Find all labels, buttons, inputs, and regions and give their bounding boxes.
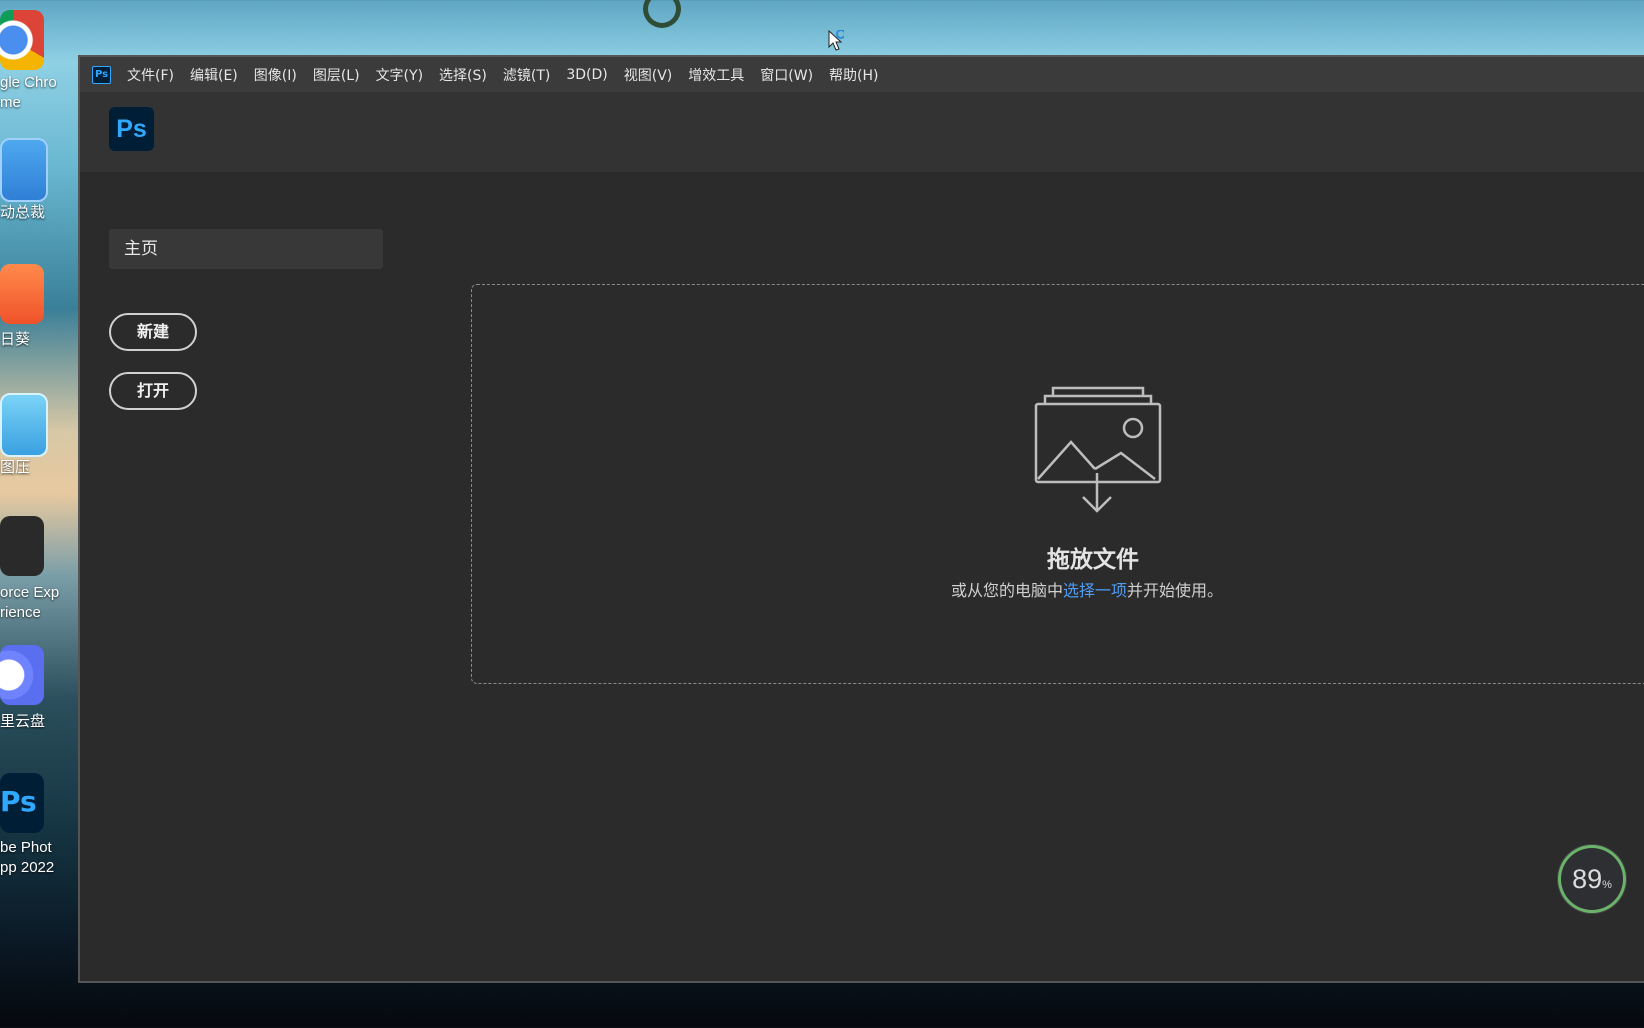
desktop-icon-label: be Phot pp 2022 [0, 839, 55, 876]
menu-view[interactable]: 视图(V) [624, 65, 673, 85]
photoshop-logo: Ps [109, 107, 154, 151]
performance-widget[interactable]: 89% [1558, 845, 1626, 913]
gear-app-icon [0, 138, 48, 202]
desktop-icon-label: gle Chro me [0, 74, 57, 111]
home-tab[interactable]: 主页 [109, 229, 383, 269]
perf-unit: % [1602, 879, 1612, 891]
image-compress-icon [0, 393, 48, 457]
drop-subtitle-after: 并开始使用。 [1127, 581, 1224, 600]
menu-plugins[interactable]: 增效工具 [688, 65, 744, 85]
open-button[interactable]: 打开 [109, 372, 197, 410]
menu-select[interactable]: 选择(S) [439, 65, 487, 85]
menu-help[interactable]: 帮助(H) [829, 65, 878, 85]
menu-layer[interactable]: 图层(L) [313, 65, 360, 85]
desktop-icon-label: 日葵 [0, 331, 31, 348]
menu-3d[interactable]: 3D(D) [566, 67, 607, 83]
mouse-cursor-icon [828, 30, 844, 51]
desktop-icon-label: orce Exp rience [0, 584, 60, 621]
sunflower-icon [0, 264, 44, 324]
new-button[interactable]: 新建 [109, 313, 197, 351]
menu-image[interactable]: 图像(I) [254, 65, 297, 85]
menu-type[interactable]: 文字(Y) [376, 65, 423, 85]
nvidia-icon [0, 516, 44, 576]
photoshop-icon: Ps [0, 773, 44, 833]
select-file-link[interactable]: 选择一项 [1063, 581, 1127, 600]
drop-title: 拖放文件 [1047, 547, 1139, 573]
cloud-drive-icon [0, 645, 44, 705]
file-drop-zone[interactable]: 拖放文件 或从您的电脑中选择一项并开始使用。 [471, 284, 1644, 684]
drop-subtitle-before: 或从您的电脑中 [951, 581, 1064, 600]
desktop-icon-label: 动总裁 [0, 204, 46, 221]
menu-edit[interactable]: 编辑(E) [190, 65, 238, 85]
desktop-icon-label: 里云盘 [0, 713, 46, 730]
menu-filter[interactable]: 滤镜(T) [503, 65, 550, 85]
drop-subtitle: 或从您的电脑中选择一项并开始使用。 [951, 577, 1223, 601]
chrome-icon [0, 10, 44, 70]
loading-spinner-icon [643, 0, 681, 28]
home-header: Ps [80, 92, 1644, 172]
app-icon[interactable]: Ps [92, 65, 111, 84]
perf-value: 89 [1572, 864, 1603, 894]
photoshop-window: Ps 文件(F) 编辑(E) 图像(I) 图层(L) 文字(Y) 选择(S) 滤… [78, 55, 1644, 983]
menu-bar: Ps 文件(F) 编辑(E) 图像(I) 图层(L) 文字(Y) 选择(S) 滤… [80, 57, 1644, 92]
menu-window[interactable]: 窗口(W) [760, 65, 813, 85]
desktop-icon-label: 图压 [0, 459, 31, 476]
image-drop-icon [1034, 386, 1162, 513]
menu-file[interactable]: 文件(F) [127, 65, 174, 85]
